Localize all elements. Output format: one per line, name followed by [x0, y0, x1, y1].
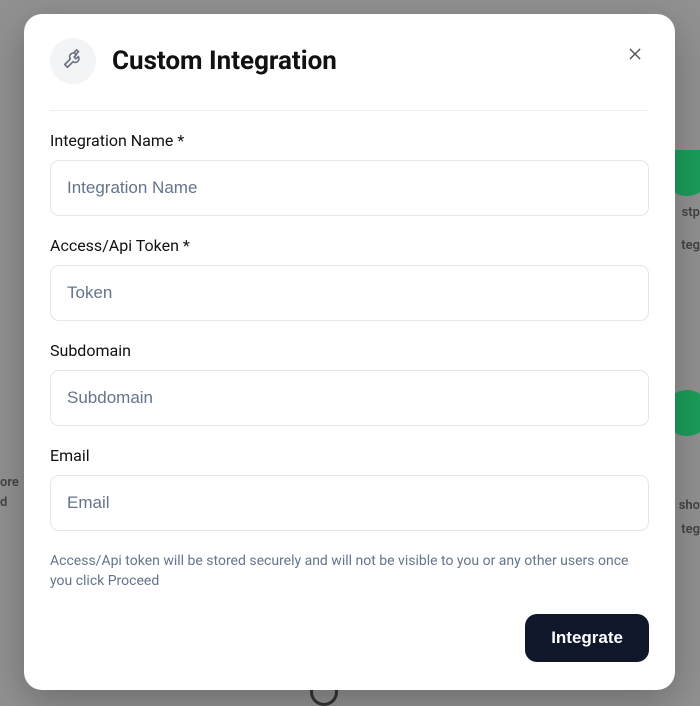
subdomain-label: Subdomain [50, 341, 649, 360]
integration-name-label: Integration Name * [50, 131, 649, 150]
token-input[interactable] [50, 265, 649, 321]
email-label: Email [50, 446, 649, 465]
email-input[interactable] [50, 475, 649, 531]
bg-card-title: stp [682, 205, 700, 220]
modal-title: Custom Integration [112, 46, 337, 76]
custom-integration-modal: Custom Integration Integration Name * Ac… [24, 14, 675, 690]
field-subdomain: Subdomain [50, 341, 649, 426]
field-integration-name: Integration Name * [50, 131, 649, 216]
field-token: Access/Api Token * [50, 236, 649, 321]
integrate-button[interactable]: Integrate [525, 614, 649, 662]
bg-card-subtitle: d [0, 495, 7, 510]
modal-header: Custom Integration [50, 38, 649, 102]
tools-icon [62, 48, 84, 74]
bg-card-subtitle: teg [681, 238, 700, 253]
token-label: Access/Api Token * [50, 236, 649, 255]
header-divider [50, 110, 649, 111]
integration-name-input[interactable] [50, 160, 649, 216]
bg-card-subtitle: teg [681, 522, 700, 537]
bg-card-title: sho [679, 498, 700, 513]
modal-header-icon-wrap [50, 38, 96, 84]
helper-text: Access/Api token will be stored securely… [50, 551, 649, 592]
close-icon [627, 46, 643, 67]
modal-footer: Integrate [50, 614, 649, 662]
subdomain-input[interactable] [50, 370, 649, 426]
close-button[interactable] [621, 42, 649, 70]
bg-card-title: ore [0, 475, 19, 490]
field-email: Email [50, 446, 649, 531]
